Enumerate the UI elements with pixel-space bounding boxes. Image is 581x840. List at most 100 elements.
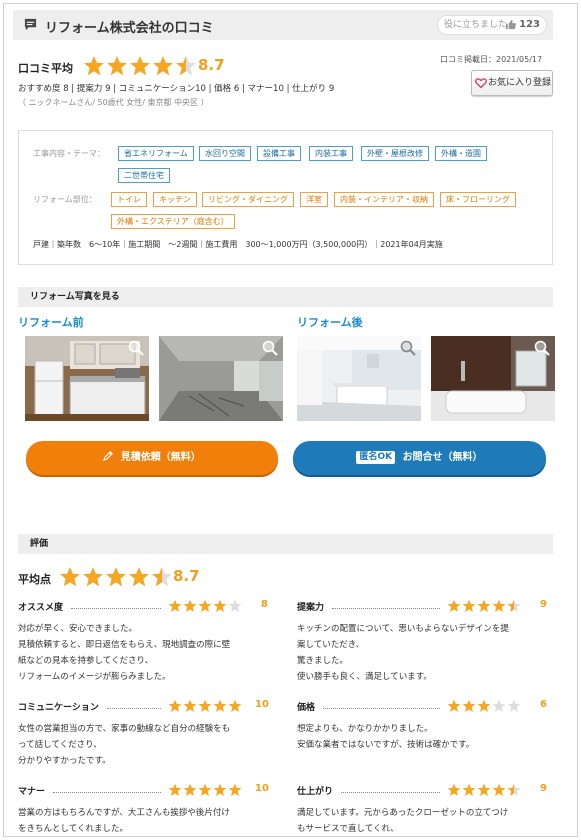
inquiry-button[interactable]: 匿名OK お問合せ（無料） [293, 441, 546, 475]
star-icon [213, 699, 227, 712]
rating-category-comment: 営業の方はもちろんですが、大工さんも挨拶や後片付け をきちんとしてくれました。 [18, 808, 230, 834]
estimate-request-button[interactable]: 見積依頼（無料） [26, 441, 278, 475]
part-tag[interactable]: 外構・エクステリア（庭含む） [111, 214, 235, 229]
helpful-button[interactable]: 役に立ちました 123 [437, 15, 547, 35]
dotted-leader [323, 708, 440, 709]
rating-category-stars [447, 699, 521, 713]
review-date: 口コミ掲載日：2021/05/17 [440, 55, 543, 64]
rating-category-comment: キッチンの配置について、思いもよらないデザインを提 案していただき、 驚きました… [297, 624, 509, 682]
star-icon [60, 567, 80, 587]
work-tag[interactable]: 省エネリフォーム [118, 146, 194, 161]
rating-category-name: 仕上がり [297, 787, 334, 797]
work-info-box: 工事内容・テーマ： 省エネリフォーム 水回り空間 設備工事 内装工事 外壁・屋根… [18, 130, 553, 265]
rating-category-name: マナー [18, 787, 46, 797]
star-icon [213, 783, 227, 796]
dotted-leader [107, 708, 161, 709]
dotted-leader [71, 608, 161, 609]
inquiry-label: お問合せ（無料） [402, 452, 483, 463]
star-icon [198, 699, 212, 712]
zoom-icon [262, 340, 278, 356]
review-average-label: 口コミ平均 [18, 62, 73, 75]
work-tag[interactable]: 水回り空間 [199, 146, 251, 161]
rating-category-name: オススメ度 [18, 603, 64, 613]
star-icon [198, 599, 212, 612]
part-tag[interactable]: トイレ [111, 192, 147, 207]
star-icon [176, 56, 196, 76]
star-icon [198, 783, 212, 796]
part-label: リフォーム部位： [33, 195, 97, 204]
star-icon [507, 599, 521, 612]
favorite-label: お気に入り登録 [488, 78, 552, 88]
work-label: 工事内容・テーマ： [33, 149, 105, 158]
rating-category-comment: 対応が早く、安心できました。 見積依頼すると、即日返信をもらえ、現地調査の際に壁… [18, 624, 231, 682]
star-icon [228, 699, 242, 712]
rating-category-name: 提案力 [297, 603, 325, 613]
sub-scores: おすすめ度 8 | 提案力 9 | コミュニケーション10 | 価格 6 | マ… [18, 84, 335, 94]
work-tag[interactable]: 二世帯住宅 [118, 168, 170, 183]
part-tag[interactable]: 内装・インテリア・収納 [334, 192, 434, 207]
work-tag[interactable]: 設備工事 [257, 146, 301, 161]
star-icon [447, 783, 461, 796]
star-icon [152, 567, 172, 587]
part-tag[interactable]: 洋室 [300, 192, 328, 207]
star-icon [107, 56, 127, 76]
star-icon [83, 567, 103, 587]
rating-category-name: コミュニケーション [18, 703, 99, 713]
after-photo-2[interactable] [431, 336, 555, 421]
star-icon [492, 599, 506, 612]
rating-category-stars [168, 599, 242, 613]
star-icon [183, 783, 197, 796]
star-icon [168, 783, 182, 796]
reviewer-info: （ ニックネームさん/ 50歳代 女性/ 東京都 中央区 ） [18, 98, 209, 107]
estimate-request-label: 見積依頼（無料） [120, 452, 201, 463]
star-icon [477, 699, 491, 712]
star-icon [168, 599, 182, 612]
rating-category-stars [168, 783, 242, 797]
before-photo-2[interactable] [159, 336, 283, 421]
review-average-score: 8.7 [198, 56, 225, 74]
star-icon [492, 783, 506, 796]
after-label: リフォーム後 [297, 316, 363, 329]
rating-category-score: 9 [540, 599, 547, 610]
star-icon [106, 567, 126, 587]
rating-category-score: 6 [540, 699, 547, 710]
helpful-count: 123 [519, 19, 540, 30]
part-tag[interactable]: 床・フローリング [440, 192, 516, 207]
rating-category-comment: 女性の営業担当の方で、家事の動線など自分の経験をも って話してくださり、 分かり… [18, 724, 231, 766]
zoom-icon [534, 340, 550, 356]
star-icon [228, 783, 242, 796]
star-icon [228, 599, 242, 612]
rating-category-score: 9 [540, 783, 547, 794]
star-icon [183, 699, 197, 712]
work-tag[interactable]: 外構・造園 [435, 146, 487, 161]
rating-section-title: 評価 [18, 534, 553, 554]
rating-average-label: 平均点 [18, 573, 51, 586]
star-icon [183, 599, 197, 612]
rating-category-stars [447, 599, 521, 613]
star-icon [129, 567, 149, 587]
star-icon [130, 56, 150, 76]
part-tag[interactable]: リビング・ダイニング [202, 192, 294, 207]
rating-category-stars [168, 699, 242, 713]
after-photo-1[interactable] [297, 336, 421, 421]
star-icon [462, 599, 476, 612]
rating-category-name: 価格 [297, 703, 316, 713]
work-tag[interactable]: 内装工事 [309, 146, 353, 161]
before-photo-1[interactable] [25, 336, 149, 421]
review-average-stars [83, 55, 197, 77]
star-icon [213, 599, 227, 612]
zoom-icon [400, 340, 416, 356]
star-icon [447, 699, 461, 712]
photos-section-title: リフォーム写真を見る [18, 287, 553, 307]
work-tag[interactable]: 外壁・屋根改修 [361, 146, 429, 161]
rating-category-score: 8 [261, 599, 268, 610]
star-icon [477, 599, 491, 612]
dotted-leader [53, 792, 161, 793]
rating-average-score: 8.7 [173, 567, 200, 585]
rating-category-score: 10 [255, 699, 269, 710]
part-tag[interactable]: キッチン [153, 192, 197, 207]
pencil-icon [103, 451, 114, 461]
anonymous-ok-badge: 匿名OK [356, 451, 396, 464]
favorite-button[interactable]: お気に入り登録 [471, 70, 553, 96]
dotted-leader [332, 608, 440, 609]
